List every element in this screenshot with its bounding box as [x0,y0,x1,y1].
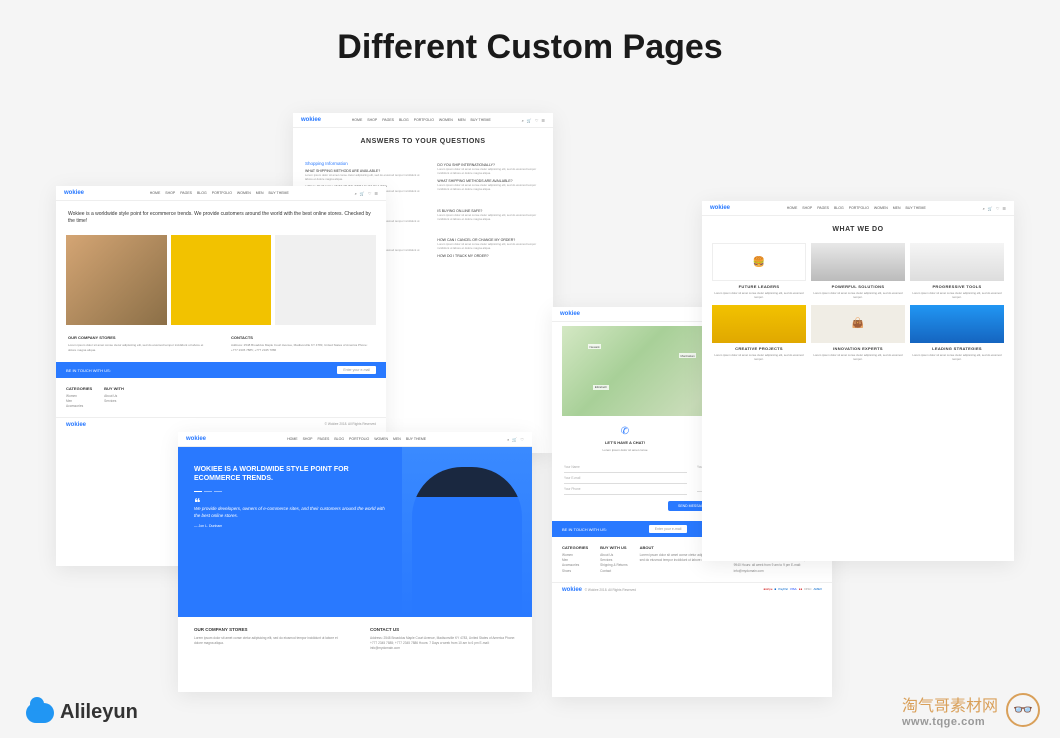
testimonial-page-preview: wokiee HOMESHOPPAGESBLOGPORTFOLIOWOMENME… [178,432,532,692]
faq-title: ANSWERS TO YOUR QUESTIONS [293,128,553,155]
product-row [56,235,386,325]
nav[interactable]: HOMESHOPPAGESBLOGPORTFOLIOWOMENMENBUY TH… [352,118,491,122]
phone-icon: ✆ [562,426,688,437]
cloud-icon [26,703,54,723]
testimonial-quote: We provide developers, owners of e-comme… [194,506,386,520]
name-input[interactable]: Your Name [564,462,687,473]
faq-category: Shopping Information [305,161,427,166]
carousel-dots[interactable] [194,491,386,492]
logo: wokiee [64,190,84,196]
payment-icons: ●stripe■PayPalVISA●●DISCAMEX [761,587,822,593]
watermark-right: 淘气哥素材网 www.tqge.com 👓 [902,692,1040,728]
services-page-preview: wokiee HOMESHOPPAGESBLOGPORTFOLIOWOMENME… [702,201,1014,561]
hero-heading: WOKIEE IS A WORLDWIDE STYLE POINT FOR EC… [194,465,386,483]
email-input[interactable]: Enter your e-mail [337,366,376,374]
watermark-left: Alileyun [26,701,138,724]
page-title: Different Custom Pages [0,0,1060,67]
glasses-icon: 👓 [1006,693,1040,727]
wwd-title: WHAT WE DO [702,216,1014,243]
phone-input[interactable]: Your Phone [564,484,687,495]
header-icons[interactable]: ⌕🛒♡☰ [522,118,545,123]
newsletter-input[interactable]: Enter your e-mail [649,525,688,533]
nav[interactable]: HOMESHOPPAGESBLOGPORTFOLIOWOMENMENBUY TH… [150,191,289,195]
model-image [402,447,532,617]
about-intro: Wokiee is a worldwide style point for ec… [56,201,386,235]
logo: wokiee [301,117,321,123]
newsletter-band: BE IN TOUCH WITH US: Enter your e-mail [56,362,386,378]
email-input[interactable]: Your E-mail [564,473,687,484]
